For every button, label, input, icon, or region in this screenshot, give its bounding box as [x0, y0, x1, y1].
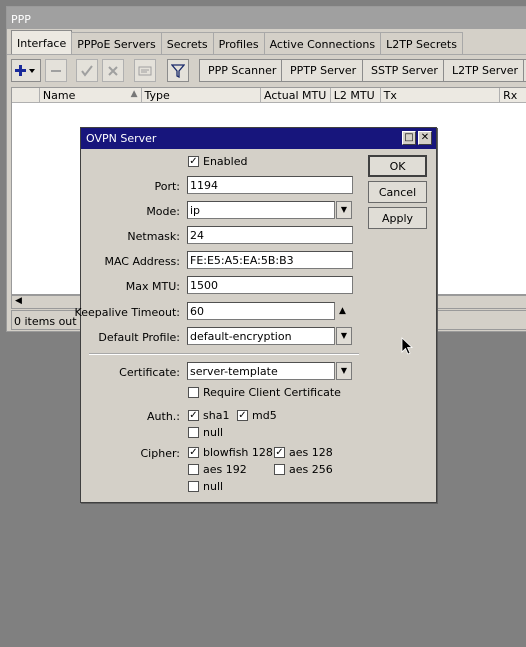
scroll-left-icon[interactable]: ◀	[15, 296, 22, 306]
require-client-cert-label: Require Client Certificate	[203, 386, 341, 399]
cipher-null-label: null	[203, 480, 224, 493]
dialog-title: OVPN Server	[86, 132, 157, 145]
ppp-title: PPP	[7, 7, 526, 29]
port-field[interactable]: 1194	[187, 176, 353, 194]
netmask-label: Netmask:	[127, 230, 180, 243]
enabled-checkbox[interactable]: ✓	[188, 156, 199, 167]
comment-icon	[138, 66, 152, 75]
tab-interface[interactable]: Interface	[11, 30, 73, 54]
enable-button[interactable]	[76, 59, 98, 82]
mode-dropdown-icon[interactable]: ▼	[336, 201, 352, 219]
col-flags[interactable]	[12, 88, 40, 102]
cipher-aes192-label: aes 192	[203, 463, 247, 476]
mac-address-label: MAC Address:	[104, 255, 180, 268]
mouse-cursor-icon	[401, 337, 414, 355]
cipher-null-checkbox[interactable]	[188, 481, 199, 492]
port-label: Port:	[154, 180, 180, 193]
tab-l2tp-secrets[interactable]: L2TP Secrets	[380, 32, 463, 54]
cipher-aes128-checkbox[interactable]: ✓	[274, 447, 285, 458]
tab-profiles[interactable]: Profiles	[212, 32, 265, 54]
add-plus-icon	[15, 64, 35, 76]
auth-label: Auth.:	[147, 410, 180, 423]
separator	[89, 353, 359, 355]
certificate-label: Certificate:	[119, 366, 180, 379]
default-profile-select[interactable]: default-encryption	[187, 327, 335, 345]
sstp-server-button[interactable]: SSTP Server	[362, 59, 447, 82]
auth-md5-checkbox[interactable]: ✓	[237, 410, 248, 421]
cipher-aes128-label: aes 128	[289, 446, 333, 459]
sort-arrow-icon: ▲	[130, 89, 138, 99]
remove-button[interactable]	[45, 59, 67, 82]
auth-null-checkbox[interactable]	[188, 427, 199, 438]
require-client-cert-checkbox[interactable]	[188, 387, 199, 398]
cipher-aes192-checkbox[interactable]	[188, 464, 199, 475]
cipher-blowfish128-checkbox[interactable]: ✓	[188, 447, 199, 458]
enabled-label: Enabled	[203, 155, 248, 168]
default-profile-dropdown-icon[interactable]: ▼	[336, 327, 352, 345]
col-name-label: Name	[42, 89, 76, 102]
collapse-up-icon[interactable]: ▲	[339, 306, 346, 316]
tab-active-connections[interactable]: Active Connections	[263, 32, 382, 54]
keepalive-timeout-label: Keepalive Timeout:	[74, 306, 180, 319]
certificate-dropdown-icon[interactable]: ▼	[336, 362, 352, 380]
col-name[interactable]: Name ▲	[40, 88, 142, 102]
apply-button[interactable]: Apply	[368, 207, 427, 229]
check-icon	[81, 64, 93, 77]
cipher-blowfish128-label: blowfish 128	[203, 446, 273, 459]
tab-bar: Interface PPPoE Servers Secrets Profiles…	[11, 30, 463, 54]
keepalive-timeout-field[interactable]: 60	[187, 302, 335, 320]
close-icon[interactable]: ✕	[418, 131, 432, 145]
ppp-scanner-button[interactable]: PPP Scanner	[199, 59, 286, 82]
max-mtu-label: Max MTU:	[125, 280, 180, 293]
auth-null-label: null	[203, 426, 224, 439]
col-rx[interactable]: Rx	[500, 88, 526, 102]
col-type[interactable]: Type	[142, 88, 262, 102]
toolbar: PPP Scanner PPTP Server SSTP Server L2TP…	[7, 54, 526, 86]
auth-sha1-checkbox[interactable]: ✓	[188, 410, 199, 421]
cipher-label: Cipher:	[140, 447, 181, 460]
max-mtu-field[interactable]: 1500	[187, 276, 353, 294]
netmask-field[interactable]: 24	[187, 226, 353, 244]
tab-secrets[interactable]: Secrets	[160, 32, 214, 54]
cipher-aes256-checkbox[interactable]	[274, 464, 285, 475]
minus-icon	[51, 69, 61, 72]
table-header: Name ▲ Type Actual MTU L2 MTU Tx Rx	[12, 88, 526, 103]
certificate-select[interactable]: server-template	[187, 362, 335, 380]
filter-button[interactable]	[167, 59, 189, 82]
mode-label: Mode:	[146, 205, 180, 218]
mode-select[interactable]: ip	[187, 201, 335, 219]
add-button[interactable]	[11, 59, 41, 82]
auth-sha1-label: sha1	[203, 409, 230, 422]
pptp-server-button[interactable]: PPTP Server	[281, 59, 366, 82]
cipher-aes256-label: aes 256	[289, 463, 333, 476]
ovpn-server-dialog: OVPN Server □ ✕ ✓ Enabled Port: 1194 Mod…	[75, 127, 437, 503]
default-profile-label: Default Profile:	[98, 331, 180, 344]
auth-md5-label: md5	[252, 409, 277, 422]
disable-button[interactable]	[102, 59, 124, 82]
col-actual-mtu[interactable]: Actual MTU	[261, 88, 331, 102]
dialog-titlebar: OVPN Server □ ✕	[81, 128, 436, 149]
mac-address-field[interactable]: FE:E5:A5:EA:5B:B3	[187, 251, 353, 269]
filter-icon	[171, 63, 185, 78]
cancel-button[interactable]: Cancel	[368, 181, 427, 203]
cross-icon	[108, 65, 118, 76]
maximize-icon[interactable]: □	[402, 131, 416, 145]
col-l2-mtu[interactable]: L2 MTU	[331, 88, 381, 102]
ok-button[interactable]: OK	[368, 155, 427, 177]
l2tp-server-button[interactable]: L2TP Server	[443, 59, 526, 82]
tab-pppoe-servers[interactable]: PPPoE Servers	[71, 32, 162, 54]
comment-button[interactable]	[134, 59, 156, 82]
col-tx[interactable]: Tx	[381, 88, 501, 102]
